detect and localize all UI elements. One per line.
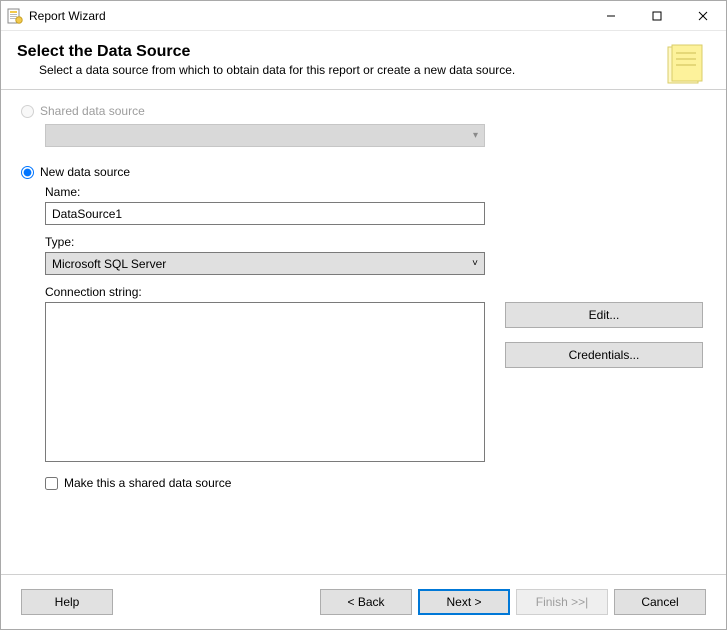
app-icon xyxy=(7,8,23,24)
header-text: Select the Data Source Select a data sou… xyxy=(17,41,652,87)
name-label: Name: xyxy=(45,185,706,199)
page-subtitle: Select a data source from which to obtai… xyxy=(39,63,652,77)
new-data-source-radio[interactable]: New data source xyxy=(21,165,706,179)
wizard-header: Select the Data Source Select a data sou… xyxy=(1,31,726,89)
close-button[interactable] xyxy=(680,1,726,30)
shared-data-source-combo: ▾ xyxy=(45,124,485,147)
titlebar: Report Wizard xyxy=(1,1,726,31)
wizard-footer: Help < Back Next > Finish >>| Cancel xyxy=(1,574,726,629)
wizard-window: Report Wizard Select the Data Source Sel… xyxy=(0,0,727,630)
connection-string-input[interactable] xyxy=(45,302,485,462)
shared-radio-input xyxy=(21,105,34,118)
shared-radio-label: Shared data source xyxy=(40,104,145,118)
header-divider xyxy=(1,89,726,90)
finish-button: Finish >>| xyxy=(516,589,608,615)
back-button[interactable]: < Back xyxy=(320,589,412,615)
wizard-body: Shared data source ▾ New data source Nam… xyxy=(1,104,726,574)
credentials-button[interactable]: Credentials... xyxy=(505,342,703,368)
type-field-block: Type: Microsoft SQL Server ˅ xyxy=(45,235,706,275)
new-radio-input[interactable] xyxy=(21,166,34,179)
page-title: Select the Data Source xyxy=(17,43,652,61)
window-controls xyxy=(588,1,726,30)
minimize-button[interactable] xyxy=(588,1,634,30)
new-radio-label: New data source xyxy=(40,165,130,179)
maximize-button[interactable] xyxy=(634,1,680,30)
help-button[interactable]: Help xyxy=(21,589,113,615)
report-icon xyxy=(662,41,710,89)
make-shared-checkbox-input[interactable] xyxy=(45,477,58,490)
name-input[interactable] xyxy=(45,202,485,225)
connection-side-buttons: Edit... Credentials... xyxy=(505,302,703,368)
type-select[interactable]: Microsoft SQL Server ˅ xyxy=(45,252,485,275)
make-shared-checkbox[interactable]: Make this a shared data source xyxy=(45,476,706,490)
chevron-down-icon: ▾ xyxy=(473,130,478,141)
connection-label: Connection string: xyxy=(45,285,706,299)
type-select-value: Microsoft SQL Server xyxy=(52,257,166,271)
make-shared-label: Make this a shared data source xyxy=(64,476,231,490)
next-button[interactable]: Next > xyxy=(418,589,510,615)
window-title: Report Wizard xyxy=(29,9,588,23)
edit-button[interactable]: Edit... xyxy=(505,302,703,328)
name-field-block: Name: xyxy=(45,185,706,225)
type-label: Type: xyxy=(45,235,706,249)
cancel-button[interactable]: Cancel xyxy=(614,589,706,615)
chevron-down-icon: ˅ xyxy=(472,258,478,269)
shared-data-source-radio: Shared data source xyxy=(21,104,706,118)
connection-field-block: Connection string: Edit... Credentials..… xyxy=(45,285,706,462)
